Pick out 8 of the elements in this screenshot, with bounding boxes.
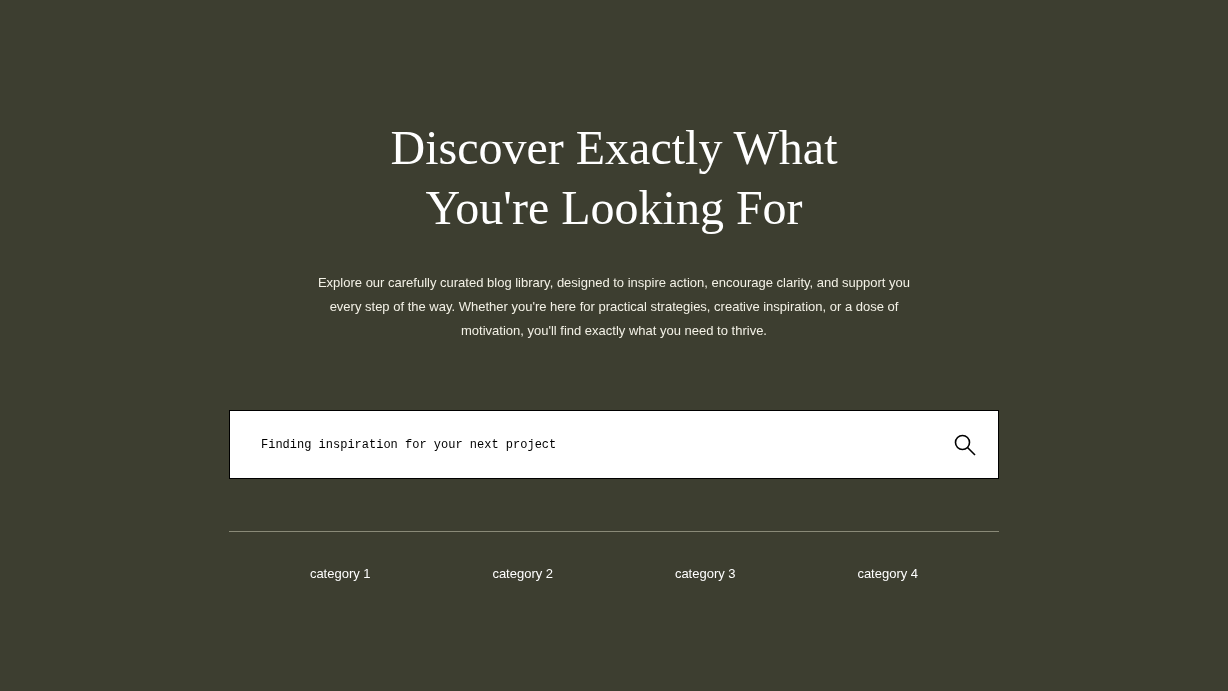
category-link[interactable]: category 3 [674, 566, 736, 582]
search-field[interactable]: Finding inspiration for your next project [261, 435, 954, 454]
hero-title: Discover Exactly What You're Looking For [389, 120, 839, 236]
category-link[interactable]: category 2 [492, 566, 554, 582]
hero-description: Explore our carefully curated blog library, designed to inspire action, encourage clarity, and support you every step of the way. Whether you're here for practical strategies, creative inspiration, or a dose of motivation, you'll find exactly what you need to thrive. [316, 274, 912, 340]
category-link[interactable]: category 1 [309, 566, 371, 582]
search-icon[interactable] [954, 433, 976, 456]
category-link[interactable]: category 4 [857, 566, 919, 582]
